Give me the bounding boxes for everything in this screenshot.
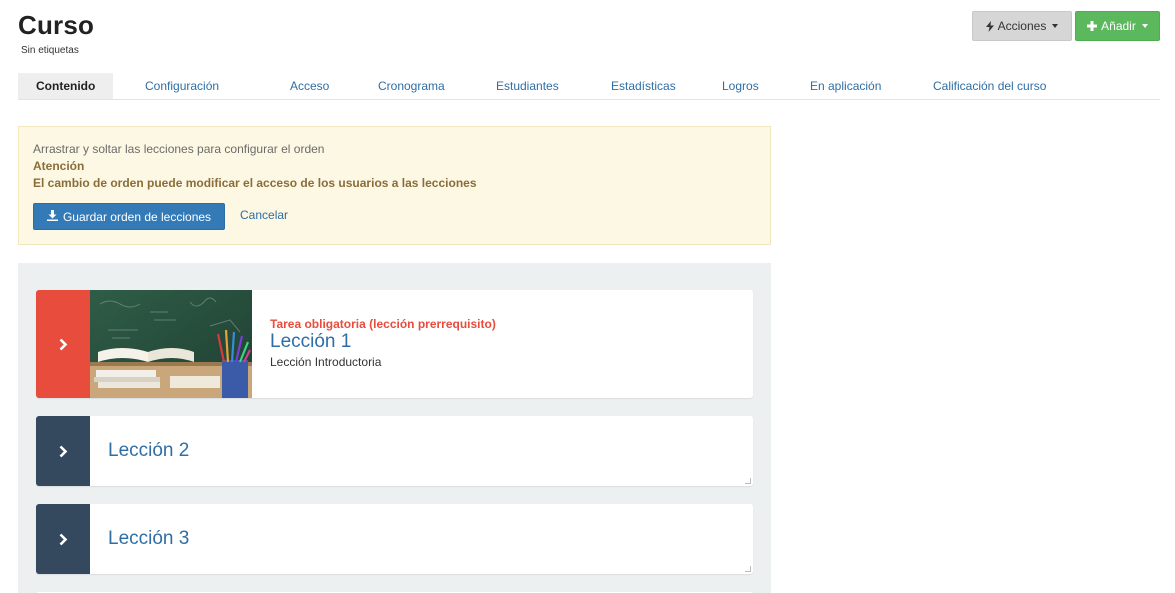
tab-logros[interactable]: Logros [702, 73, 790, 99]
add-button[interactable]: Añadir [1075, 11, 1160, 41]
course-tabs: Contenido Configuración Acceso Cronogram… [18, 73, 1160, 100]
cancel-link[interactable]: Cancelar [240, 208, 288, 222]
bolt-icon [985, 20, 994, 32]
tab-calificacion[interactable]: Calificación del curso [913, 73, 1073, 99]
lesson-description: Lección Introductoria [270, 355, 382, 369]
tab-acceso[interactable]: Acceso [267, 73, 358, 99]
lesson-expand-handle[interactable] [36, 504, 90, 574]
caret-down-icon [1052, 24, 1059, 28]
lesson-expand-handle[interactable] [36, 416, 90, 486]
alert-warning: El cambio de orden puede modificar el ac… [33, 176, 477, 190]
chevron-right-icon [59, 445, 67, 457]
tab-cronograma[interactable]: Cronograma [358, 73, 476, 99]
save-order-label: Guardar orden de lecciones [62, 209, 212, 224]
tab-estadisticas[interactable]: Estadísticas [590, 73, 702, 99]
alert-heading: Atención [33, 159, 85, 173]
lesson-list: Tarea obligatoria (lección prerrequisito… [18, 263, 771, 593]
lesson-card-3[interactable]: Lección 3 [36, 504, 753, 574]
chevron-right-icon [59, 533, 67, 545]
lesson-title[interactable]: Lección 2 [108, 440, 189, 462]
lesson-card-2[interactable]: Lección 2 [36, 416, 753, 486]
alert-instructions: Arrastrar y soltar las lecciones para co… [33, 142, 325, 156]
plus-icon [1087, 21, 1098, 31]
tags-label: Sin etiquetas [21, 45, 79, 56]
actions-button[interactable]: Acciones [972, 11, 1072, 41]
prerequisite-label: Tarea obligatoria (lección prerrequisito… [270, 317, 496, 331]
save-order-button[interactable]: Guardar orden de lecciones [33, 203, 225, 230]
tab-en-aplicacion[interactable]: En aplicación [790, 73, 913, 99]
chevron-right-icon [59, 338, 67, 350]
resize-grip [745, 478, 751, 484]
lesson-title[interactable]: Lección 3 [108, 528, 189, 550]
page-title: Curso [18, 10, 95, 40]
lesson-expand-handle[interactable] [36, 290, 90, 398]
lesson-thumbnail [90, 290, 252, 398]
download-icon [46, 209, 58, 224]
resize-grip [745, 566, 751, 572]
tab-estudiantes[interactable]: Estudiantes [476, 73, 590, 99]
lesson-card-1[interactable]: Tarea obligatoria (lección prerrequisito… [36, 290, 753, 398]
tab-configuracion[interactable]: Configuración [113, 73, 267, 99]
add-button-label: Añadir [1101, 19, 1136, 33]
actions-button-label: Acciones [997, 19, 1047, 33]
tab-contenido[interactable]: Contenido [18, 73, 113, 99]
caret-down-icon [1141, 24, 1148, 28]
lesson-title[interactable]: Lección 1 [270, 331, 351, 353]
reorder-alert: Arrastrar y soltar las lecciones para co… [18, 126, 771, 245]
